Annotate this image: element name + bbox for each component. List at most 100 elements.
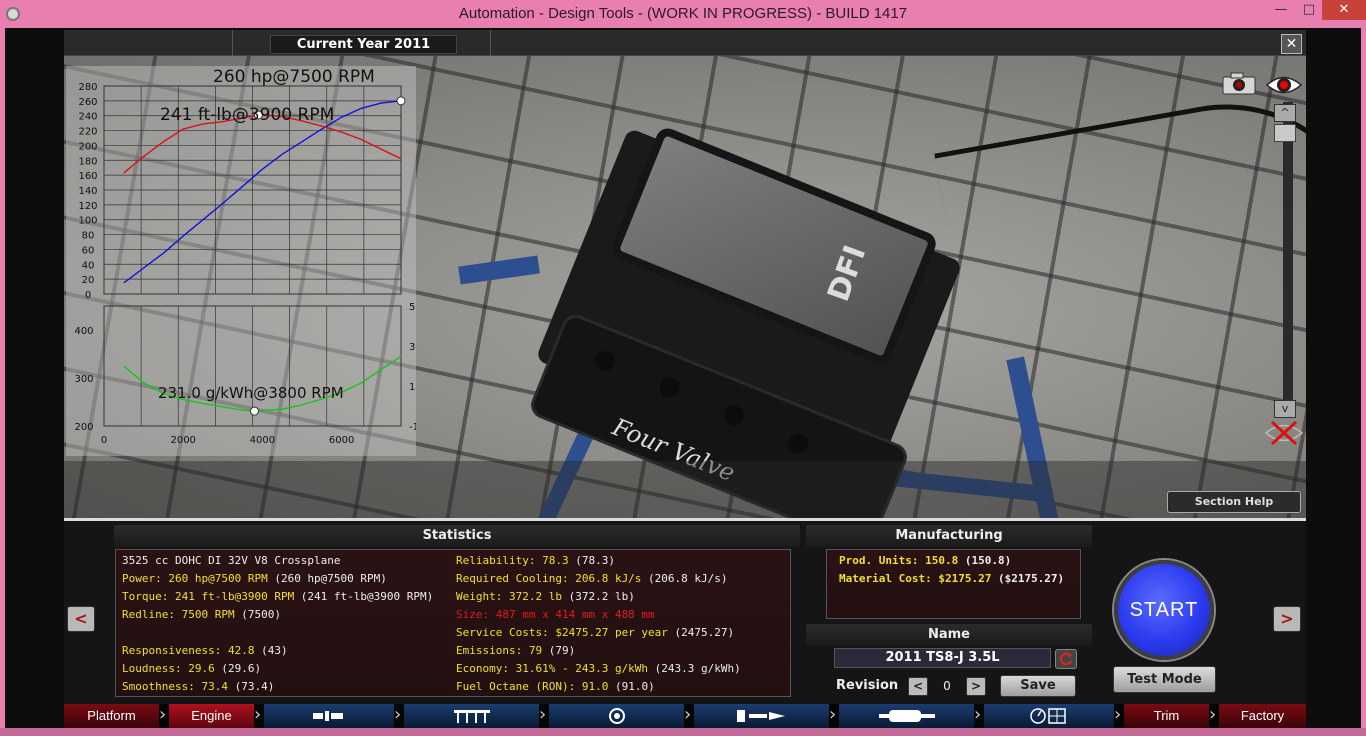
- save-button[interactable]: Save: [1000, 675, 1076, 697]
- y-tick-label: 100: [78, 216, 97, 227]
- stat-redline: Redline: 7500 RPM (7500): [122, 608, 281, 621]
- taskbar: [0, 728, 1366, 736]
- zoom-track[interactable]: [1283, 102, 1293, 412]
- tab-trim[interactable]: Trim: [1124, 704, 1209, 728]
- y-tick-label: 400: [74, 326, 93, 337]
- tab-turbo[interactable]: [549, 704, 684, 728]
- tab-fuel[interactable]: [694, 704, 829, 728]
- engine-name-field[interactable]: 2011 TS8-J 3.5L: [834, 648, 1051, 668]
- stat-reliability: Reliability: 78.3 (78.3): [456, 554, 615, 567]
- zoom-handle[interactable]: [1274, 124, 1296, 142]
- y-tick-label: 60: [82, 245, 95, 256]
- y-tick-label: 180: [78, 156, 97, 167]
- y-tick-label: 120: [78, 201, 97, 212]
- stat-economy: Economy: 31.61% - 243.3 g/kWh (243.3 g/k…: [456, 662, 741, 675]
- y-tick-label: 20: [82, 275, 95, 286]
- previous-section-button[interactable]: <: [67, 606, 95, 632]
- current-year-label: Current Year 2011: [270, 35, 457, 54]
- prod-units: Prod. Units: 150.8 (150.8): [839, 554, 1012, 567]
- chevron-right-icon: ›: [974, 704, 982, 725]
- name-header: Name: [806, 624, 1092, 646]
- crank-icon: [313, 711, 343, 721]
- x-tick-label: 2000: [170, 435, 195, 446]
- chevron-right-icon: ›: [829, 704, 837, 725]
- no-view-icon[interactable]: [1264, 420, 1304, 446]
- exhaust-icon: [878, 710, 935, 722]
- statistics-header: Statistics: [114, 525, 800, 547]
- next-section-button[interactable]: >: [1273, 606, 1301, 632]
- right-tick-label: 3.0: [409, 342, 416, 353]
- y-tick-label: 160: [78, 171, 97, 182]
- stat-size: Size: 487 mm x 414 mm x 488 mm: [456, 608, 655, 621]
- tab-valvetrain[interactable]: [404, 704, 539, 728]
- tab-engine[interactable]: Engine: [169, 704, 254, 728]
- x-tick-label: 4000: [250, 435, 275, 446]
- window-titlebar: Automation - Design Tools - (WORK IN PRO…: [0, 0, 1366, 28]
- y-tick-label: 0: [85, 290, 91, 301]
- camera-icon[interactable]: [1221, 72, 1259, 96]
- tab-tuning[interactable]: [984, 704, 1114, 728]
- fuel-icon: [736, 710, 785, 722]
- eye-icon[interactable]: [1265, 72, 1303, 98]
- tab-exhaust[interactable]: [839, 704, 974, 728]
- chevron-right-icon: ›: [394, 704, 402, 725]
- right-tick-label: 1.0: [409, 382, 416, 393]
- manufacturing-header: Manufacturing: [806, 525, 1092, 547]
- stat-loudness: Loudness: 29.6 (29.6): [122, 662, 262, 675]
- y-tick-label: 80: [82, 231, 95, 242]
- maximize-button[interactable]: □: [1296, 0, 1322, 20]
- chevron-right-icon: ›: [254, 704, 262, 725]
- x-tick-label: 6000: [329, 435, 354, 446]
- engine-description: 3525 cc DOHC DI 32V V8 Crossplane: [122, 554, 341, 567]
- chevron-right-icon: ›: [159, 704, 167, 725]
- manufacturing-box: Prod. Units: 150.8 (150.8) Material Cost…: [826, 549, 1081, 619]
- revision-decrement-button[interactable]: <: [908, 677, 928, 696]
- stat-fuel-octane: Fuel Octane (RON): 91.0 (91.0): [456, 680, 655, 693]
- chevron-right-icon: ›: [1209, 704, 1217, 725]
- section-help-button[interactable]: Section Help: [1167, 491, 1301, 513]
- peak-marker: [396, 96, 406, 106]
- refresh-icon[interactable]: [1055, 649, 1077, 669]
- peak-marker: [249, 406, 259, 416]
- y-tick-label: 220: [78, 127, 97, 138]
- tab-crank[interactable]: [264, 704, 394, 728]
- stat-responsiveness: Responsiveness: 42.8 (43): [122, 644, 288, 657]
- revision-increment-button[interactable]: >: [966, 677, 986, 696]
- revision-value: 0: [943, 679, 951, 693]
- revision-label: Revision: [836, 678, 899, 693]
- statistics-box: 3525 cc DOHC DI 32V V8 Crossplane Power:…: [115, 549, 791, 697]
- chevron-right-icon: ›: [1114, 704, 1122, 725]
- zoom-up-button[interactable]: ^: [1274, 104, 1296, 122]
- bottom-nav: Platform › Engine › › › › › › › Trim › F…: [64, 704, 1306, 728]
- stat-power: Power: 260 hp@7500 RPM (260 hp@7500 RPM): [122, 572, 387, 585]
- valvetrain-icon: [453, 710, 490, 723]
- stat-weight: Weight: 372.2 lb (372.2 lb): [456, 590, 635, 603]
- y-tick-label: 300: [74, 374, 93, 385]
- right-tick-label: -1.0: [409, 422, 416, 433]
- stat-torque: Torque: 241 ft-lb@3900 RPM (241 ft-lb@39…: [122, 590, 434, 603]
- viewport-shade: [64, 461, 1306, 518]
- tab-factory[interactable]: Factory: [1219, 704, 1306, 728]
- power-peak-label: 260 hp@7500 RPM: [213, 67, 375, 87]
- stat-smoothness: Smoothness: 73.4 (73.4): [122, 680, 275, 693]
- torque-peak-label: 241 ft-lb@3900 RPM: [160, 105, 334, 125]
- economy-peak-label: 231.0 g/kWh@3800 RPM: [158, 384, 344, 402]
- series-line: [123, 100, 402, 284]
- gauge-icon: [1030, 708, 1066, 724]
- y-tick-label: 140: [78, 186, 97, 197]
- zoom-down-button[interactable]: v: [1274, 400, 1296, 418]
- window-title: Automation - Design Tools - (WORK IN PRO…: [458, 5, 908, 22]
- turbo-icon: [608, 708, 625, 724]
- y-tick-label: 200: [74, 422, 93, 433]
- viewport-close-button[interactable]: ✕: [1281, 34, 1302, 54]
- chevron-right-icon: ›: [539, 704, 547, 725]
- y-tick-label: 260: [78, 97, 97, 108]
- close-window-button[interactable]: ✕: [1322, 0, 1366, 20]
- right-tick-label: 5.0: [409, 302, 416, 313]
- material-cost: Material Cost: $2175.27 ($2175.27): [839, 572, 1065, 585]
- minimize-button[interactable]: —: [1268, 0, 1294, 20]
- test-mode-button[interactable]: Test Mode: [1113, 666, 1216, 693]
- y-tick-label: 240: [78, 112, 97, 123]
- tab-platform[interactable]: Platform: [64, 704, 159, 728]
- start-button[interactable]: START: [1114, 560, 1214, 660]
